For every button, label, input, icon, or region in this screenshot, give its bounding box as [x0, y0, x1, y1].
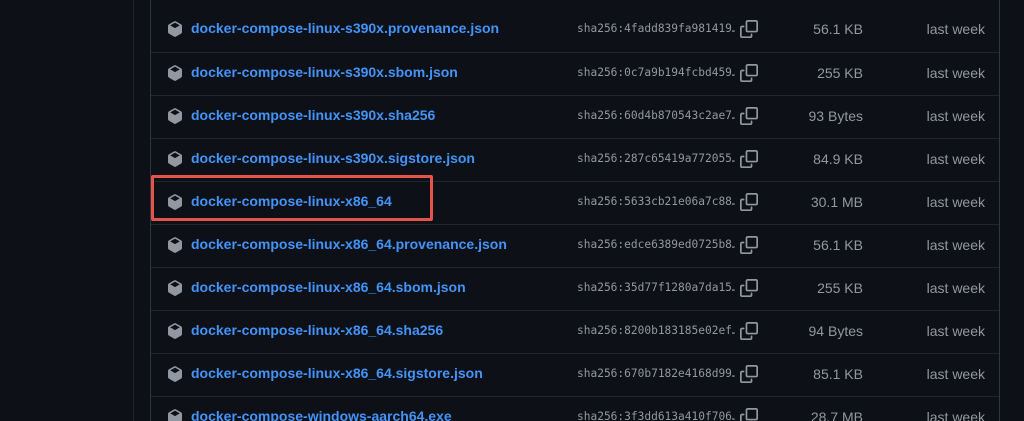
asset-link[interactable]: docker-compose-linux-x86_64.provenance.j… — [191, 236, 507, 252]
release-assets-page: docker-compose-linux-s390x.provenance.js… — [0, 0, 1024, 421]
asset-size: 255 KB — [817, 280, 863, 296]
asset-size: 85.1 KB — [813, 366, 863, 382]
sidebar-divider — [133, 0, 134, 421]
asset-sha: sha256:287c65419a772055… — [577, 152, 735, 165]
copy-icon[interactable] — [740, 408, 758, 421]
asset-sha: sha256:60d4b870543c2ae7… — [577, 109, 735, 122]
copy-icon[interactable] — [740, 365, 758, 383]
copy-icon[interactable] — [740, 193, 758, 211]
copy-icon[interactable] — [740, 107, 758, 125]
asset-row: docker-compose-linux-s390x.sha256 sha256… — [151, 95, 999, 138]
asset-link[interactable]: docker-compose-linux-s390x.sbom.json — [191, 64, 458, 80]
asset-updated: last week — [926, 323, 985, 339]
asset-size: 94 Bytes — [808, 323, 863, 339]
asset-row: docker-compose-linux-s390x.sbom.json sha… — [151, 52, 999, 95]
asset-sha: sha256:35d77f1280a7da15… — [577, 281, 735, 294]
asset-sha: sha256:0c7a9b194fcbd459… — [577, 66, 735, 79]
asset-row: docker-compose-linux-s390x.sigstore.json… — [151, 138, 999, 181]
asset-sha: sha256:5633cb21e06a7c88… — [577, 195, 735, 208]
asset-link[interactable]: docker-compose-linux-s390x.provenance.js… — [191, 20, 499, 36]
asset-updated: last week — [926, 194, 985, 210]
asset-sha: sha256:4fadd839fa981419… — [577, 22, 735, 35]
asset-link[interactable]: docker-compose-linux-s390x.sha256 — [191, 107, 435, 123]
asset-row: docker-compose-linux-x86_64.sigstore.jso… — [151, 353, 999, 396]
package-icon — [167, 323, 183, 339]
asset-sha: sha256:8200b183185e02ef… — [577, 324, 735, 337]
asset-updated: last week — [926, 151, 985, 167]
asset-size: 255 KB — [817, 65, 863, 81]
asset-updated: last week — [926, 280, 985, 296]
asset-row: docker-compose-linux-x86_64.sha256 sha25… — [151, 310, 999, 353]
asset-size: 56.1 KB — [813, 21, 863, 37]
package-icon — [167, 65, 183, 81]
package-icon — [167, 21, 183, 37]
asset-link[interactable]: docker-compose-linux-x86_64.sbom.json — [191, 279, 466, 295]
copy-icon[interactable] — [740, 20, 758, 38]
asset-updated: last week — [926, 237, 985, 253]
asset-updated: last week — [926, 108, 985, 124]
asset-size: 93 Bytes — [808, 108, 863, 124]
package-icon — [167, 194, 183, 210]
copy-icon[interactable] — [740, 279, 758, 297]
asset-size: 84.9 KB — [813, 151, 863, 167]
asset-sha: sha256:670b7182e4168d99… — [577, 367, 735, 380]
asset-size: 30.1 MB — [810, 194, 863, 210]
copy-icon[interactable] — [740, 150, 758, 168]
asset-updated: last week — [926, 21, 985, 37]
asset-updated: last week — [926, 366, 985, 382]
asset-link[interactable]: docker-compose-linux-s390x.sigstore.json — [191, 150, 475, 166]
asset-sha: sha256:edce6389ed0725b8… — [577, 238, 735, 251]
asset-size: 28.7 MB — [810, 409, 863, 421]
package-icon — [167, 108, 183, 124]
asset-row: docker-compose-linux-x86_64.provenance.j… — [151, 224, 999, 267]
package-icon — [167, 237, 183, 253]
asset-updated: last week — [926, 65, 985, 81]
asset-updated: last week — [926, 409, 985, 421]
package-icon — [167, 151, 183, 167]
copy-icon[interactable] — [740, 322, 758, 340]
asset-link[interactable]: docker-compose-linux-x86_64 — [191, 193, 392, 209]
package-icon — [167, 409, 183, 421]
asset-link[interactable]: docker-compose-linux-x86_64.sigstore.jso… — [191, 365, 483, 381]
assets-list: docker-compose-linux-s390x.provenance.js… — [150, 0, 1000, 421]
asset-link[interactable]: docker-compose-linux-x86_64.sha256 — [191, 322, 443, 338]
package-icon — [167, 280, 183, 296]
asset-link[interactable]: docker-compose-windows-aarch64.exe — [191, 408, 452, 421]
package-icon — [167, 366, 183, 382]
asset-row: docker-compose-linux-x86_64 sha256:5633c… — [151, 181, 999, 224]
copy-icon[interactable] — [740, 64, 758, 82]
asset-size: 56.1 KB — [813, 237, 863, 253]
asset-row: docker-compose-windows-aarch64.exe sha25… — [151, 396, 999, 421]
asset-row: docker-compose-linux-x86_64.sbom.json sh… — [151, 267, 999, 310]
copy-icon[interactable] — [740, 236, 758, 254]
asset-row: docker-compose-linux-s390x.provenance.js… — [151, 9, 999, 52]
asset-sha: sha256:3f3dd613a410f706… — [577, 410, 735, 421]
